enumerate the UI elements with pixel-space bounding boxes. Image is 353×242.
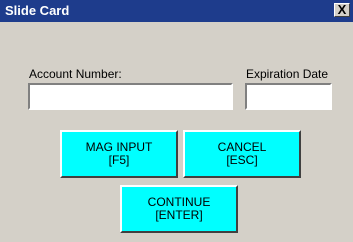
slide-card-dialog: Slide Card X Account Number: Expiration … bbox=[0, 0, 353, 242]
continue-shortcut: [ENTER] bbox=[155, 208, 203, 222]
title-bar[interactable]: Slide Card X bbox=[0, 0, 353, 22]
close-button[interactable]: X bbox=[334, 2, 350, 17]
expiration-date-label: Expiration Date bbox=[246, 67, 329, 81]
account-number-input[interactable] bbox=[28, 83, 233, 110]
cancel-button[interactable]: CANCEL [ESC] bbox=[183, 130, 301, 178]
window-title: Slide Card bbox=[5, 3, 70, 18]
mag-input-button[interactable]: MAG INPUT [F5] bbox=[60, 130, 178, 178]
mag-input-shortcut: [F5] bbox=[108, 153, 130, 167]
continue-button[interactable]: CONTINUE [ENTER] bbox=[120, 185, 238, 233]
close-icon: X bbox=[337, 2, 347, 17]
account-number-label: Account Number: bbox=[29, 67, 122, 81]
cancel-shortcut: [ESC] bbox=[226, 153, 258, 167]
expiration-date-input[interactable] bbox=[245, 83, 332, 110]
